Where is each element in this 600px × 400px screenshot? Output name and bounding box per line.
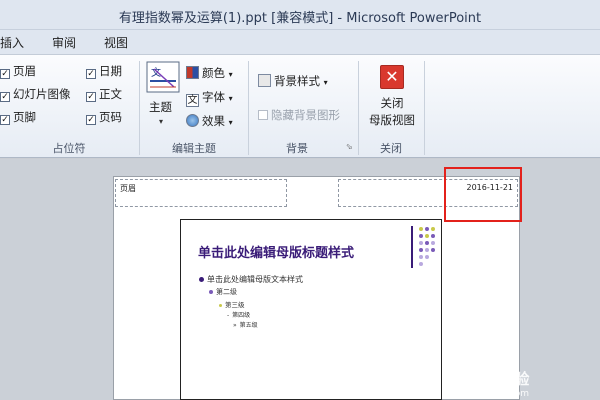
fonts-button[interactable]: 文字体 ▾ xyxy=(186,89,233,107)
bullet-icon xyxy=(209,290,213,294)
bullet-level-4: - 第四级 xyxy=(227,312,251,319)
bullet-level-5: » 第五级 xyxy=(233,322,258,329)
checkbox-box: ✓ xyxy=(0,92,10,102)
colors-button[interactable]: 颜色 ▾ xyxy=(186,65,233,81)
chevron-down-icon: ▾ xyxy=(323,78,328,87)
slide-image-checkbox[interactable]: ✓ 幻灯片图像 xyxy=(0,86,71,102)
checkbox-box: ✓ xyxy=(86,69,96,79)
date-checkbox[interactable]: ✓ 日期 xyxy=(86,63,122,79)
bullet-level-5-text: 第五级 xyxy=(239,322,258,329)
slide-master-title: 单击此处编辑母版标题样式 xyxy=(198,246,355,261)
close-master-view-button[interactable]: ✕ 关闭 母版视图 xyxy=(364,61,420,137)
baidu-logo: Baidu 经验 xyxy=(446,370,530,388)
decorative-dots xyxy=(419,227,435,266)
decorative-bar xyxy=(411,226,413,268)
header-placeholder-text: 页眉 xyxy=(120,184,136,193)
bullet-icon xyxy=(219,303,222,307)
annotation-highlight-box xyxy=(444,167,522,222)
checkbox-box xyxy=(258,110,268,120)
close-label-line1: 关闭 xyxy=(380,96,404,110)
dialog-launcher-icon[interactable]: ⬂ xyxy=(346,142,353,151)
bullet-level-3-text: 第三级 xyxy=(225,301,245,309)
checkbox-box: ✓ xyxy=(86,92,96,102)
bullet-level-1-text: 单击此处编辑母版文本样式 xyxy=(207,275,303,284)
theme-label: 主题 xyxy=(149,100,172,114)
font-icon: 文 xyxy=(186,94,199,107)
checkbox-label: 幻灯片图像 xyxy=(13,87,71,101)
page-number-checkbox[interactable]: ✓ 页码 xyxy=(86,109,122,125)
checkbox-label: 页脚 xyxy=(13,110,36,124)
fonts-label: 字体 xyxy=(202,90,225,104)
checkbox-label: 隐藏背景图形 xyxy=(271,108,340,122)
bullet-level-3: 第三级 xyxy=(219,299,245,309)
checkbox-label: 页码 xyxy=(99,110,122,124)
paint-bucket-icon xyxy=(258,74,271,87)
theme-group-label: 编辑主题 xyxy=(172,142,216,155)
checkbox-box: ✓ xyxy=(86,115,96,125)
background-styles-label: 背景样式 xyxy=(274,74,320,88)
ribbon-tabs: 插入 审阅 视图 xyxy=(0,30,600,54)
checkbox-box: ✓ xyxy=(0,115,10,125)
baidu-watermark: Baidu 经验 jingyan.baidu.com xyxy=(446,368,529,399)
svg-text:文: 文 xyxy=(151,66,161,79)
ribbon: ✓ 页眉 ✓ 幻灯片图像 ✓ 页脚 ✓ 日期 ✓ 正文 ✓ 页码 占位符 文 主题 ▾ 颜色… xyxy=(0,54,600,158)
theme-icon: 文 xyxy=(146,61,180,93)
hide-background-checkbox[interactable]: 隐藏背景图形 xyxy=(258,107,340,123)
chevron-down-icon: ▾ xyxy=(228,70,233,79)
title-bar: 有理指数幂及运算(1).ppt [兼容模式] - Microsoft Power… xyxy=(0,0,600,30)
chevron-down-icon: ▾ xyxy=(228,94,233,103)
chevron-down-icon: ▾ xyxy=(159,117,164,126)
close-group-label: 关闭 xyxy=(380,142,402,155)
palette-icon xyxy=(186,66,199,79)
close-label-line2: 母版视图 xyxy=(369,113,415,127)
effects-button[interactable]: 效果 ▾ xyxy=(186,113,233,129)
background-group-label: 背景 xyxy=(286,142,308,155)
bullet-icon xyxy=(199,277,204,282)
group-separator xyxy=(424,61,425,155)
header-checkbox[interactable]: ✓ 页眉 xyxy=(0,63,36,79)
placeholders-group-label: 占位符 xyxy=(52,142,86,155)
bullet-level-1: 单击此处编辑母版文本样式 xyxy=(199,274,303,285)
group-separator xyxy=(358,61,359,155)
close-icon: ✕ xyxy=(380,65,404,89)
chevron-down-icon: ▾ xyxy=(228,118,233,127)
tab-insert[interactable]: 插入 xyxy=(0,34,24,51)
bullet-level-2: 第二级 xyxy=(209,287,237,297)
footer-checkbox[interactable]: ✓ 页脚 xyxy=(0,109,36,125)
header-placeholder[interactable]: 页眉 xyxy=(115,179,287,207)
group-separator xyxy=(248,61,249,155)
body-checkbox[interactable]: ✓ 正文 xyxy=(86,86,122,102)
tab-review[interactable]: 审阅 xyxy=(52,34,76,51)
tab-view[interactable]: 视图 xyxy=(104,34,128,51)
effects-label: 效果 xyxy=(202,114,225,128)
bullet-level-4-text: 第四级 xyxy=(232,312,251,319)
colors-label: 颜色 xyxy=(202,66,225,80)
watermark-url: jingyan.baidu.com xyxy=(446,389,530,399)
checkbox-box: ✓ xyxy=(0,69,10,79)
checkbox-label: 正文 xyxy=(99,87,122,101)
checkbox-label: 页眉 xyxy=(13,64,36,78)
slide-image-placeholder[interactable]: 单击此处编辑母版标题样式 单击此处编辑母版文本样式 第二级 第三级 - 第四级 »… xyxy=(180,219,442,400)
background-styles-button[interactable]: 背景样式 ▾ xyxy=(258,73,328,89)
theme-button[interactable]: 文 主题 ▾ xyxy=(146,61,182,135)
window-title: 有理指数幂及运算(1).ppt [兼容模式] - Microsoft Power… xyxy=(118,11,482,26)
bullet-level-2-text: 第二级 xyxy=(216,288,237,296)
checkbox-label: 日期 xyxy=(99,64,122,78)
effects-icon xyxy=(186,114,199,127)
